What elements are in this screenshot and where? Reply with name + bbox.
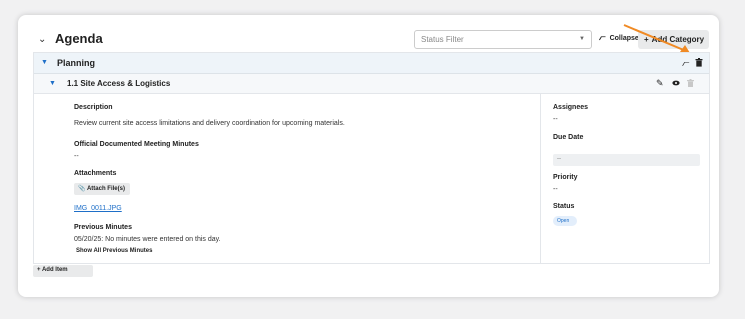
item-sidebar: Assignees -- Due Date -- Priority -- Sta…: [540, 94, 709, 264]
due-date-field[interactable]: --: [553, 154, 700, 166]
due-date-label: Due Date: [553, 134, 584, 141]
add-item-button[interactable]: + Add Item: [33, 265, 93, 277]
chevron-down-icon[interactable]: ▼: [49, 80, 56, 87]
chevron-down-icon[interactable]: ▼: [41, 59, 48, 66]
agenda-category-box: ▼ Planning ⦧ ▼ 1.1 Site Access & Logisti…: [33, 52, 710, 264]
minutes-label: Official Documented Meeting Minutes: [74, 141, 199, 148]
description-label: Description: [74, 104, 113, 111]
assignees-label: Assignees: [553, 104, 589, 111]
paperclip-icon: 📎: [78, 186, 86, 192]
due-date-value: --: [557, 156, 561, 162]
agenda-item-row[interactable]: ▼ 1.1 Site Access & Logistics ✎: [34, 74, 709, 94]
item-title: 1.1 Site Access & Logistics: [67, 79, 171, 88]
chevron-down-icon[interactable]: ⌄: [38, 34, 46, 45]
category-row[interactable]: ▼ Planning ⦧: [34, 53, 709, 74]
trash-icon[interactable]: [695, 58, 703, 67]
item-details: Description Review current site access l…: [34, 94, 540, 264]
trash-icon[interactable]: [687, 79, 694, 87]
attach-files-button[interactable]: 📎 Attach File(s): [74, 183, 130, 195]
status-label: Status: [553, 203, 575, 210]
status-filter-select[interactable]: Status Filter ▼: [414, 30, 592, 49]
eye-icon[interactable]: [672, 80, 680, 86]
attach-files-label: Attach File(s): [86, 186, 125, 192]
attachments-label: Attachments: [74, 170, 117, 177]
assignees-value: --: [553, 116, 558, 123]
page-title: Agenda: [55, 31, 103, 46]
status-filter-placeholder: Status Filter: [421, 35, 464, 44]
previous-minutes-label: Previous Minutes: [74, 224, 132, 231]
status-badge[interactable]: Open: [553, 216, 577, 226]
show-previous-minutes-link[interactable]: Show All Previous Minutes: [76, 248, 152, 254]
minutes-value: --: [74, 153, 79, 160]
hourglass-icon[interactable]: ⦧: [682, 58, 689, 69]
previous-minutes-value: 05/20/25: No minutes were entered on thi…: [74, 236, 221, 243]
priority-label: Priority: [553, 174, 578, 181]
description-value: Review current site access limitations a…: [74, 120, 345, 127]
priority-value: --: [553, 186, 558, 193]
category-label: Planning: [57, 58, 95, 68]
chevron-down-icon: ▼: [579, 36, 585, 42]
hourglass-icon: ⦧: [599, 33, 606, 42]
attachment-file-link[interactable]: IMG_0011.JPG: [74, 205, 122, 212]
agenda-panel: ⌄ Agenda Status Filter ▼ ⦧ Collapse All +…: [18, 15, 719, 297]
pencil-icon[interactable]: ✎: [656, 78, 664, 89]
